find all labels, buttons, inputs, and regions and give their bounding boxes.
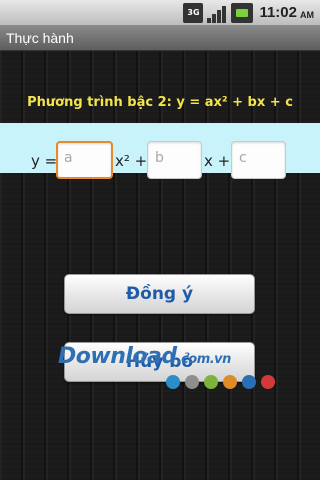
app-title-bar: Thực hành [0, 25, 320, 51]
watermark-dot [185, 375, 199, 389]
watermark-dot [223, 375, 237, 389]
watermark-dot [261, 375, 275, 389]
equation-title: Phương trình bậc 2: y = ax² + bx + c [27, 95, 293, 110]
status-ampm: AM [300, 9, 314, 20]
coefficient-c-input[interactable]: c [231, 141, 286, 179]
equation-prefix: y = [31, 152, 58, 170]
signal-strength-icon [207, 3, 227, 23]
watermark-suffix: .com.vn [176, 352, 232, 367]
coefficient-a-input[interactable]: a [56, 141, 113, 179]
equation-x-squared-plus: x² + [115, 152, 148, 170]
agree-button[interactable]: Đồng ý [64, 274, 255, 314]
coefficient-b-placeholder: b [155, 150, 164, 166]
app-title: Thực hành [6, 29, 74, 46]
status-time: 11:02 [259, 4, 297, 21]
coefficient-c-placeholder: c [239, 150, 247, 166]
network-3g-icon: 3G [183, 2, 204, 23]
equation-x-plus: x + [204, 152, 231, 170]
main-content [0, 51, 320, 480]
watermark-brand: Download [58, 344, 177, 369]
watermark-dot [242, 375, 256, 389]
coefficient-b-input[interactable]: b [147, 141, 202, 179]
battery-icon [231, 2, 254, 23]
watermark-dots [166, 375, 275, 389]
coefficient-a-placeholder: a [64, 150, 73, 166]
download-watermark-logo: Download.com.vn [58, 344, 298, 369]
watermark-dot [204, 375, 218, 389]
status-bar: 3G 11:02 AM [0, 0, 320, 25]
watermark-dot [166, 375, 180, 389]
